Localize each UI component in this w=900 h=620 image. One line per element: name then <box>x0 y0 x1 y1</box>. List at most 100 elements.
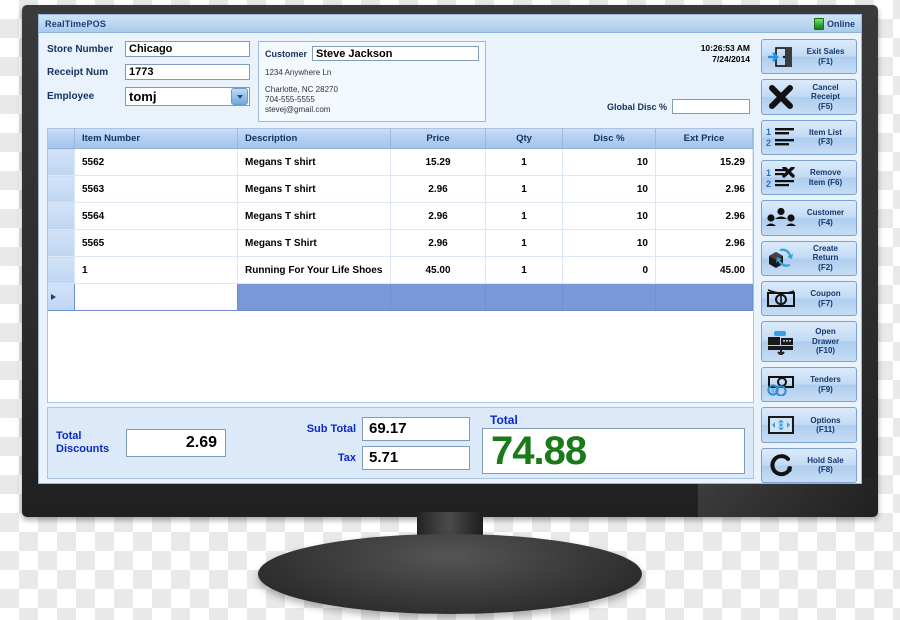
customer-name-input[interactable]: Steve Jackson <box>312 46 479 61</box>
row-selector[interactable] <box>48 202 75 230</box>
table-row[interactable]: 5562 Megans T shirt 15.29 1 10 15.29 <box>48 148 753 176</box>
cell-disc[interactable] <box>562 283 656 311</box>
customer-label: Customer <box>265 48 308 59</box>
store-number-label: Store Number <box>47 43 114 55</box>
row-selector[interactable] <box>48 175 75 203</box>
table-row[interactable]: 5563 Megans T shirt 2.96 1 10 2.96 <box>48 175 753 203</box>
cell-item-number: 5563 <box>74 175 238 203</box>
cancel-receipt-button[interactable]: Cancel Receipt (F5) <box>761 79 857 115</box>
options-button[interactable]: Options (F11) <box>761 407 857 443</box>
table-row[interactable]: 5564 Megans T shirt 2.96 1 10 2.96 <box>48 202 753 230</box>
column-item-number[interactable]: Item Number <box>74 129 238 149</box>
cell-price: 45.00 <box>390 256 486 284</box>
cell-ext-price: 2.96 <box>655 175 753 203</box>
status-badge: Online <box>826 18 855 29</box>
total-amount: 74.88 <box>491 428 587 473</box>
list-delete-icon: 12 <box>764 163 798 193</box>
cell-item-number: 5564 <box>74 202 238 230</box>
receipt-num-input[interactable]: 1773 <box>125 64 250 80</box>
coupon-money-icon <box>764 284 798 314</box>
row-selector[interactable] <box>48 256 75 284</box>
exit-sales-button[interactable]: Exit Sales (F1) <box>761 39 857 75</box>
cell-description: Running For Your Life Shoes <box>237 256 391 284</box>
create-return-button[interactable]: Create Return (F2) <box>761 240 857 276</box>
cell-item-number: 1 <box>74 256 238 284</box>
app-title: RealTimePOS <box>45 18 107 29</box>
cell-description[interactable] <box>237 283 391 311</box>
title-bar: RealTimePOS Online <box>39 15 861 33</box>
cancel-receipt-label: Cancel Receipt (F5) <box>811 82 840 111</box>
remove-item-label: Remove Item (F6) <box>808 168 843 187</box>
cell-price: 2.96 <box>390 229 486 257</box>
row-selector[interactable] <box>48 229 75 257</box>
open-drawer-button[interactable]: Open Drawer (F10) <box>761 321 857 363</box>
svg-text:1: 1 <box>766 127 771 137</box>
column-disc[interactable]: Disc % <box>562 129 656 149</box>
total-label: Total <box>490 412 518 427</box>
sub-total-value: 69.17 <box>362 416 470 441</box>
column-price[interactable]: Price <box>390 129 486 149</box>
subtotal-row: Sub Total 69.17 <box>284 416 470 441</box>
header-form: Store Number Chicago Receipt Num 1773 Em… <box>43 37 756 128</box>
black-x-icon <box>764 82 798 112</box>
customer-address: 1234 Anywhere Ln Charlotte, NC 28270 704… <box>265 68 479 115</box>
clock-and-discount: 10:26:53 AM 7/24/2014 Global Disc % <box>607 41 754 114</box>
online-status: Online <box>813 17 855 30</box>
global-discount-input[interactable] <box>672 99 750 114</box>
exit-sales-label: Exit Sales (F1) <box>806 47 845 66</box>
coins-cash-icon: ¢ <box>764 370 798 400</box>
line-items-grid: Item Number Description Price Qty Disc %… <box>47 128 754 403</box>
exit-door-icon <box>764 42 798 72</box>
row-selector[interactable] <box>48 148 75 176</box>
monitor-screen: RealTimePOS Online Store Number Chicago <box>38 14 862 484</box>
table-body: 5562 Megans T shirt 15.29 1 10 15.29 556… <box>48 148 753 311</box>
tax-value: 5.71 <box>362 445 470 470</box>
employee-label: Employee <box>47 91 95 102</box>
cell-price[interactable] <box>390 283 486 311</box>
cell-description: Megans T Shirt <box>237 229 391 257</box>
cell-disc: 10 <box>562 175 656 203</box>
receipt-num-label: Receipt Num <box>47 66 109 78</box>
store-number-input[interactable]: Chicago <box>125 41 250 57</box>
remove-item-button[interactable]: 12 Remove Item (F6) <box>761 159 857 196</box>
cell-item-number[interactable] <box>74 283 238 311</box>
svg-text:2: 2 <box>766 138 771 148</box>
options-label: Options (F11) <box>810 415 841 435</box>
column-qty[interactable]: Qty <box>485 129 563 149</box>
column-ext-price[interactable]: Ext Price <box>655 129 753 149</box>
employee-row: Employee tomj <box>47 87 250 106</box>
table-row[interactable]: 1 Running For Your Life Shoes 45.00 1 0 … <box>48 256 753 284</box>
customer-label-btn: Customer (F4) <box>806 208 845 227</box>
customer-row: Customer Steve Jackson <box>265 46 479 61</box>
chevron-down-icon[interactable] <box>231 88 248 105</box>
customer-button[interactable]: Customer (F4) <box>761 200 857 236</box>
grid-empty-area <box>48 311 753 402</box>
coupon-button[interactable]: Coupon (F7) <box>761 280 857 317</box>
cell-description: Megans T shirt <box>237 175 391 203</box>
employee-select[interactable]: tomj <box>125 87 250 106</box>
new-entry-row[interactable] <box>48 283 753 311</box>
row-selector-header <box>48 129 75 149</box>
cell-qty[interactable] <box>485 283 563 311</box>
tax-row: Tax 5.71 <box>284 445 470 470</box>
table-row[interactable]: 5565 Megans T Shirt 2.96 1 10 2.96 <box>48 229 753 257</box>
tenders-label: Tenders (F9) <box>810 375 841 394</box>
row-selector-marker[interactable] <box>48 283 75 311</box>
receipt-num-row: Receipt Num 1773 <box>47 64 250 80</box>
green-monitor-icon <box>813 17 824 30</box>
arrows-screen-icon <box>764 410 798 440</box>
global-discount-label: Global Disc % <box>606 101 667 112</box>
total-discounts-value: 2.69 <box>126 429 226 457</box>
cell-qty: 1 <box>485 148 563 176</box>
cell-ext-price[interactable] <box>655 283 753 311</box>
svg-text:¢: ¢ <box>771 388 775 395</box>
hold-sale-button[interactable]: Hold Sale (F8) <box>761 447 857 483</box>
global-discount-row: Global Disc % <box>607 99 750 114</box>
tenders-button[interactable]: ¢ Tenders (F9) <box>761 367 857 403</box>
cell-disc: 10 <box>562 148 656 176</box>
item-list-button[interactable]: 12 Item List (F3) <box>761 119 857 155</box>
column-description[interactable]: Description <box>237 129 391 149</box>
total-discounts-label: Total Discounts <box>56 430 110 455</box>
cell-disc: 10 <box>562 229 656 257</box>
clock-date: 7/24/2014 <box>712 54 750 64</box>
